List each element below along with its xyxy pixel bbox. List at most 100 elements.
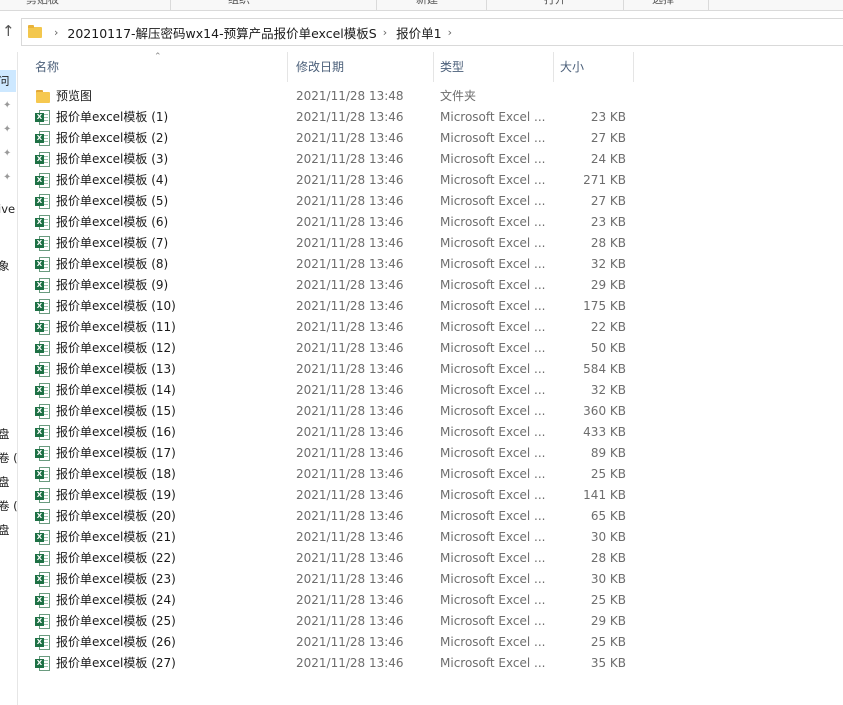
file-row[interactable]: X 报价单excel模板 (9) 2021/11/28 13:46 Microsoft… [17,275,843,296]
file-row[interactable]: X 报价单excel模板 (21) 2021/11/28 13:46 Microsof… [17,527,843,548]
file-row[interactable]: X 报价单excel模板 (27) 2021/11/28 13:46 Microsof… [17,653,843,674]
excel-file-icon: X [35,488,51,503]
file-size: 27 KB [590,194,626,208]
file-row[interactable]: X 报价单excel模板 (10) 2021/11/28 13:46 Microsof… [17,296,843,317]
column-divider[interactable] [287,52,288,82]
column-divider[interactable] [633,52,634,82]
file-date: 2021/11/28 13:46 [296,383,404,397]
nav-item-3d-objects[interactable]: 象 [0,258,10,274]
file-row[interactable]: X 报价单excel模板 (22) 2021/11/28 13:46 Microsof… [17,548,843,569]
file-size: 22 KB [590,320,626,334]
excel-file-icon: X [35,425,51,440]
file-row[interactable]: X 报价单excel模板 (12) 2021/11/28 13:46 Microsof… [17,338,843,359]
file-row[interactable]: X 报价单excel模板 (17) 2021/11/28 13:46 Microsof… [17,443,843,464]
file-row[interactable]: X 报价单excel模板 (13) 2021/11/28 13:46 Microsof… [17,359,843,380]
file-row[interactable]: X 报价单excel模板 (3) 2021/11/28 13:46 Microsoft… [17,149,843,170]
nav-item-drive[interactable]: 盘 [0,522,10,538]
column-header-date[interactable]: 修改日期 [296,52,344,82]
file-row[interactable]: X 报价单excel模板 (7) 2021/11/28 13:46 Microsoft… [17,233,843,254]
file-row[interactable]: X 报价单excel模板 (11) 2021/11/28 13:46 Microsof… [17,317,843,338]
file-date: 2021/11/28 13:46 [296,488,404,502]
column-divider[interactable] [433,52,434,82]
column-divider[interactable] [553,52,554,82]
breadcrumb-item-current[interactable]: 报价单1 [396,23,441,42]
file-size: 28 KB [590,236,626,250]
file-row[interactable]: X 报价单excel模板 (19) 2021/11/28 13:46 Microsof… [17,485,843,506]
file-date: 2021/11/28 13:46 [296,131,404,145]
nav-item-volume[interactable]: 卷 ( [0,450,17,466]
file-size: 30 KB [590,530,626,544]
nav-item-drive[interactable]: 盘 [0,474,10,490]
column-header-size[interactable]: 大小 [560,52,584,82]
excel-file-icon: X [35,320,51,335]
pin-icon[interactable]: ✦ [3,100,11,111]
file-type: Microsoft Excel ... [440,635,546,649]
file-row[interactable]: X 报价单excel模板 (6) 2021/11/28 13:46 Microsoft… [17,212,843,233]
excel-file-icon: X [35,299,51,314]
file-date: 2021/11/28 13:46 [296,635,404,649]
column-header-name[interactable]: 名称 [35,52,59,82]
file-type: Microsoft Excel ... [440,173,546,187]
file-row[interactable]: X 报价单excel模板 (15) 2021/11/28 13:46 Microsof… [17,401,843,422]
file-type: Microsoft Excel ... [440,530,546,544]
file-row[interactable]: X 报价单excel模板 (16) 2021/11/28 13:46 Microsof… [17,422,843,443]
file-size: 29 KB [590,614,626,628]
pin-icon[interactable]: ✦ [3,124,11,135]
ribbon-separator [623,0,624,10]
file-row[interactable]: X 报价单excel模板 (24) 2021/11/28 13:46 Microsof… [17,590,843,611]
file-row[interactable]: X 报价单excel模板 (4) 2021/11/28 13:46 Microsoft… [17,170,843,191]
column-header-type[interactable]: 类型 [440,52,464,82]
excel-file-icon: X [35,635,51,650]
file-type: Microsoft Excel ... [440,110,546,124]
file-type: Microsoft Excel ... [440,131,546,145]
file-row[interactable]: X 报价单excel模板 (1) 2021/11/28 13:46 Microsoft… [17,107,843,128]
file-row[interactable]: X 报价单excel模板 (23) 2021/11/28 13:46 Microsof… [17,569,843,590]
excel-file-icon: X [35,194,51,209]
chevron-right-icon[interactable]: › [383,26,387,39]
excel-file-icon: X [35,593,51,608]
ribbon-separator [376,0,377,10]
file-name: 报价单excel模板 (20) [56,509,176,523]
file-size: 29 KB [590,278,626,292]
nav-item-quick-access[interactable]: 问 [0,73,10,89]
file-date: 2021/11/28 13:46 [296,173,404,187]
file-row[interactable]: X 报价单excel模板 (26) 2021/11/28 13:46 Microsof… [17,632,843,653]
chevron-right-icon[interactable]: › [448,26,452,39]
file-type: Microsoft Excel ... [440,551,546,565]
file-row[interactable]: X 报价单excel模板 (14) 2021/11/28 13:46 Microsof… [17,380,843,401]
file-date: 2021/11/28 13:46 [296,110,404,124]
excel-file-icon: X [35,551,51,566]
chevron-right-icon[interactable]: › [54,26,58,39]
up-arrow-icon[interactable]: ↑ [2,23,16,39]
file-date: 2021/11/28 13:46 [296,614,404,628]
file-type: Microsoft Excel ... [440,614,546,628]
file-row[interactable]: X 报价单excel模板 (8) 2021/11/28 13:46 Microsoft… [17,254,843,275]
file-type: Microsoft Excel ... [440,257,546,271]
file-row[interactable]: X 报价单excel模板 (20) 2021/11/28 13:46 Microsof… [17,506,843,527]
file-row[interactable]: X 报价单excel模板 (2) 2021/11/28 13:46 Microsoft… [17,128,843,149]
breadcrumb-item[interactable]: 20210117-解压密码wx14-预算产品报价单excel模板S [67,23,376,42]
address-bar[interactable]: › 20210117-解压密码wx14-预算产品报价单excel模板S › 报价… [21,18,843,46]
nav-item-volume[interactable]: 卷 ( [0,498,17,514]
file-row[interactable]: X 报价单excel模板 (18) 2021/11/28 13:46 Microsof… [17,464,843,485]
file-size: 35 KB [590,656,626,670]
file-date: 2021/11/28 13:46 [296,341,404,355]
file-name: 报价单excel模板 (21) [56,530,176,544]
file-name: 报价单excel模板 (19) [56,488,176,502]
pin-icon[interactable]: ✦ [3,172,11,183]
file-type: Microsoft Excel ... [440,488,546,502]
file-type: Microsoft Excel ... [440,215,546,229]
file-date: 2021/11/28 13:48 [296,89,404,103]
file-row[interactable]: X 报价单excel模板 (5) 2021/11/28 13:46 Microsoft… [17,191,843,212]
file-date: 2021/11/28 13:46 [296,656,404,670]
file-row[interactable]: 预览图 2021/11/28 13:48 文件夹 [17,86,843,107]
file-name: 报价单excel模板 (25) [56,614,176,628]
file-name: 报价单excel模板 (22) [56,551,176,565]
file-type: Microsoft Excel ... [440,425,546,439]
file-row[interactable]: X 报价单excel模板 (25) 2021/11/28 13:46 Microsof… [17,611,843,632]
nav-item-onedrive[interactable]: ive [0,202,15,216]
pin-icon[interactable]: ✦ [3,148,11,159]
file-name: 报价单excel模板 (5) [56,194,169,208]
nav-item-drive[interactable]: 盘 [0,426,10,442]
file-size: 27 KB [590,131,626,145]
